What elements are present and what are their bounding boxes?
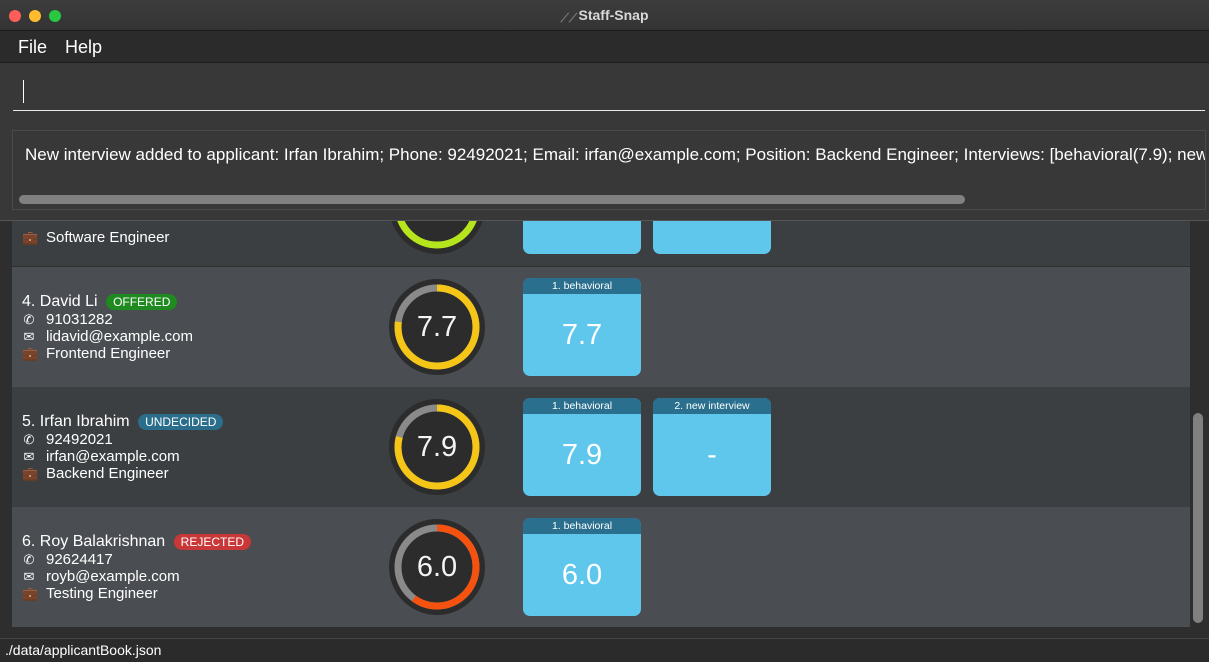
applicant-index: 6. xyxy=(22,533,36,550)
score-value: 6.0 xyxy=(416,551,458,583)
briefcase-icon: 💼 xyxy=(22,466,39,481)
interview-box: 1. behavioral 6.0 xyxy=(523,518,641,616)
position-line: 💼 Frontend Engineer xyxy=(22,345,170,362)
interview-header: 1. behavioral xyxy=(523,278,641,294)
position-text: Software Engineer xyxy=(46,229,170,246)
phone-line: ✆ 92624417 xyxy=(22,551,113,568)
email-text: royb@example.com xyxy=(46,568,180,585)
score-value: 7.7 xyxy=(416,311,458,343)
email-icon: ✉ xyxy=(23,569,35,584)
interview-box: 1. behavioral 7.7 xyxy=(523,278,641,376)
score-value: 7.9 xyxy=(416,431,458,463)
position-line: 💼 Testing Engineer xyxy=(22,585,158,602)
email-line: ✉ lidavid@example.com xyxy=(22,328,193,345)
window-title-text: Staff-Snap xyxy=(578,7,649,23)
email-icon: ✉ xyxy=(23,449,35,464)
text-caret xyxy=(23,80,24,103)
applicant-name-line: 6. Roy Balakrishnan REJECTED xyxy=(22,533,251,551)
applicant-list[interactable]: 💼 Software Engineer 4. David Li OFFERED ✆… xyxy=(0,220,1209,638)
briefcase-icon: 💼 xyxy=(22,346,39,361)
menu-file[interactable]: File xyxy=(18,37,47,58)
position-text: Testing Engineer xyxy=(46,585,158,602)
interview-box: 1. behavioral 7.9 xyxy=(523,398,641,496)
interview-header: 1. behavioral xyxy=(523,398,641,414)
position-line: 💼 Backend Engineer xyxy=(22,465,169,482)
applicant-card[interactable]: 5. Irfan Ibrahim UNDECIDED ✆ 92492021 ✉ ir… xyxy=(12,387,1190,507)
phone-icon: ✆ xyxy=(23,432,35,447)
interview-score: 7.9 xyxy=(561,439,603,471)
applicant-card[interactable]: 4. David Li OFFERED ✆ 91031282 ✉ lidavid@e… xyxy=(12,267,1190,387)
status-bar: ./data/applicantBook.json xyxy=(0,638,1209,662)
phone-text: 91031282 xyxy=(46,311,113,328)
briefcase-icon: 💼 xyxy=(22,230,39,245)
status-badge: OFFERED xyxy=(106,294,178,310)
horizontal-scrollbar[interactable] xyxy=(19,195,965,204)
applicant-name-line: 4. David Li OFFERED xyxy=(22,293,178,311)
interview-score: - xyxy=(707,439,717,471)
interview-box xyxy=(523,221,641,254)
applicant-name: Roy Balakrishnan xyxy=(39,533,166,550)
vertical-scrollbar[interactable] xyxy=(1193,413,1203,623)
interview-header: 2. new interview xyxy=(653,398,771,414)
menu-help[interactable]: Help xyxy=(65,37,102,58)
briefcase-icon: 💼 xyxy=(22,586,39,601)
phone-line: ✆ 92492021 xyxy=(22,431,113,448)
result-display-panel: New interview added to applicant: Irfan … xyxy=(0,124,1209,220)
applicant-card[interactable]: 6. Roy Balakrishnan REJECTED ✆ 92624417 ✉… xyxy=(12,507,1190,627)
interview-box xyxy=(653,221,771,254)
email-line: ✉ royb@example.com xyxy=(22,568,180,585)
applicant-card-partial[interactable]: 💼 Software Engineer xyxy=(12,221,1190,266)
applicant-name: Irfan Ibrahim xyxy=(39,413,130,430)
command-box-panel xyxy=(0,63,1209,124)
interview-score: 7.7 xyxy=(561,319,603,351)
result-display[interactable]: New interview added to applicant: Irfan … xyxy=(12,130,1206,210)
phone-line: ✆ 91031282 xyxy=(22,311,113,328)
interview-score: 6.0 xyxy=(561,559,603,591)
status-badge: REJECTED xyxy=(173,534,251,550)
applicant-name-line: 5. Irfan Ibrahim UNDECIDED xyxy=(22,413,224,431)
app-logo-icon: ⟋⟋ xyxy=(560,11,578,25)
applicant-name: David Li xyxy=(39,293,98,310)
position-line: 💼 Software Engineer xyxy=(22,229,169,246)
interview-header: 1. behavioral xyxy=(523,518,641,534)
title-bar: ⟋⟋Staff-Snap xyxy=(0,0,1209,31)
result-message: New interview added to applicant: Irfan … xyxy=(25,145,1206,164)
score-ring xyxy=(391,221,483,254)
menu-bar: File Help xyxy=(0,31,1209,63)
window-title: ⟋⟋Staff-Snap xyxy=(0,7,1209,25)
position-text: Backend Engineer xyxy=(46,465,169,482)
email-text: irfan@example.com xyxy=(46,448,180,465)
email-text: lidavid@example.com xyxy=(46,328,193,345)
applicant-index: 5. xyxy=(22,413,36,430)
status-badge: UNDECIDED xyxy=(138,414,224,430)
phone-text: 92492021 xyxy=(46,431,113,448)
phone-icon: ✆ xyxy=(23,312,35,327)
email-line: ✉ irfan@example.com xyxy=(22,448,180,465)
position-text: Frontend Engineer xyxy=(46,345,171,362)
data-file-path: ./data/applicantBook.json xyxy=(5,642,162,658)
phone-text: 92624417 xyxy=(46,551,113,568)
command-input[interactable] xyxy=(13,77,1205,111)
phone-icon: ✆ xyxy=(23,552,35,567)
applicant-index: 4. xyxy=(22,293,36,310)
interview-box: 2. new interview - xyxy=(653,398,771,496)
email-icon: ✉ xyxy=(23,329,35,344)
